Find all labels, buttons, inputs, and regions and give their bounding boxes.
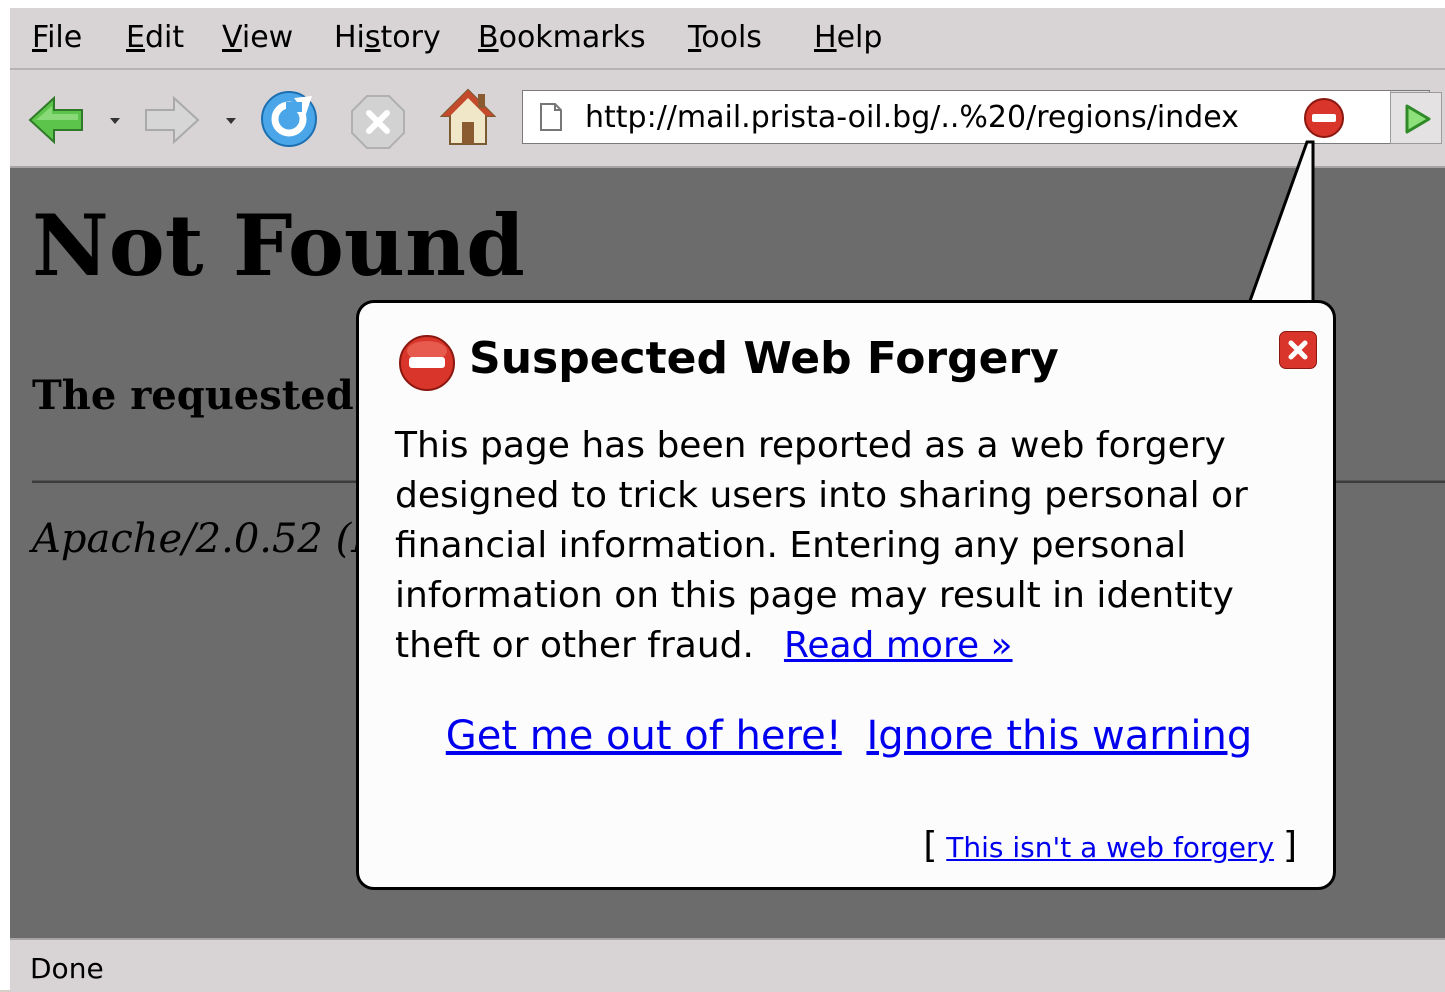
menu-view-rest: iew (241, 20, 294, 55)
menu-bookmarks[interactable]: Bookmarks (478, 20, 646, 55)
menu-file-rest: ile (47, 20, 83, 55)
menu-view[interactable]: View (222, 20, 293, 55)
menu-edit-rest: dit (144, 20, 185, 55)
page-icon (540, 103, 562, 131)
close-bracket: ] (1282, 825, 1297, 866)
back-dropdown-icon[interactable] (110, 118, 120, 124)
menu-help[interactable]: Help (814, 20, 882, 55)
open-bracket: [ (923, 825, 938, 866)
navigation-toolbar: http://mail.prista-oil.bg/..%20/regions/… (10, 70, 1445, 168)
status-bar: Done (10, 938, 1445, 992)
menu-history-rest: tory (380, 20, 441, 55)
not-forgery-link[interactable]: This isn't a web forgery (946, 831, 1274, 864)
forward-dropdown-icon[interactable] (226, 118, 236, 124)
menu-bookmarks-rest: ookmarks (498, 20, 646, 55)
url-text[interactable]: http://mail.prista-oil.bg/..%20/regions/… (585, 100, 1239, 135)
web-forgery-popup: Suspected Web Forgery This page has been… (356, 300, 1336, 890)
read-more-link[interactable]: Read more » (784, 625, 1013, 666)
menu-history-pre: Hi (334, 20, 365, 55)
popup-actions: Get me out of here! Ignore this warning (359, 713, 1339, 759)
popup-title: Suspected Web Forgery (469, 333, 1059, 384)
not-forgery-footer: [ This isn't a web forgery ] (923, 825, 1297, 866)
menu-help-rest: elp (836, 20, 883, 55)
menu-tools-rest: ools (701, 20, 762, 55)
menu-bookmarks-mnemonic: B (478, 20, 499, 55)
menubar: File Edit View History Bookmarks Tools H… (10, 8, 1445, 70)
home-icon[interactable] (438, 86, 498, 148)
popup-body: This page has been reported as a web for… (395, 421, 1295, 671)
menu-edit[interactable]: Edit (126, 20, 184, 55)
forgery-warning-icon[interactable] (1303, 97, 1345, 139)
close-icon (1288, 340, 1308, 360)
menu-tools-mnemonic: T (688, 20, 702, 55)
menu-history[interactable]: History (334, 20, 441, 55)
forgery-stop-icon (399, 335, 455, 391)
close-button[interactable] (1279, 331, 1317, 369)
menu-view-mnemonic: V (222, 20, 242, 55)
back-icon[interactable] (26, 94, 86, 146)
menu-history-mnemonic: s (364, 20, 381, 55)
forward-icon[interactable] (142, 94, 202, 146)
status-text: Done (30, 952, 104, 985)
menu-help-mnemonic: H (814, 20, 837, 55)
page-heading: Not Found (32, 196, 525, 295)
stop-icon[interactable] (350, 94, 406, 150)
reload-icon[interactable] (258, 88, 320, 150)
menu-edit-mnemonic: E (126, 20, 145, 55)
go-arrow-icon (1405, 104, 1431, 134)
url-bar[interactable]: http://mail.prista-oil.bg/..%20/regions/… (522, 90, 1430, 144)
get-me-out-link[interactable]: Get me out of here! (446, 713, 842, 759)
ignore-warning-link[interactable]: Ignore this warning (866, 713, 1252, 759)
menu-file[interactable]: File (32, 20, 82, 55)
go-button[interactable] (1390, 92, 1442, 144)
menu-tools[interactable]: Tools (688, 20, 762, 55)
menu-file-mnemonic: F (32, 20, 48, 55)
server-signature: Apache/2.0.52 (F (32, 516, 379, 562)
